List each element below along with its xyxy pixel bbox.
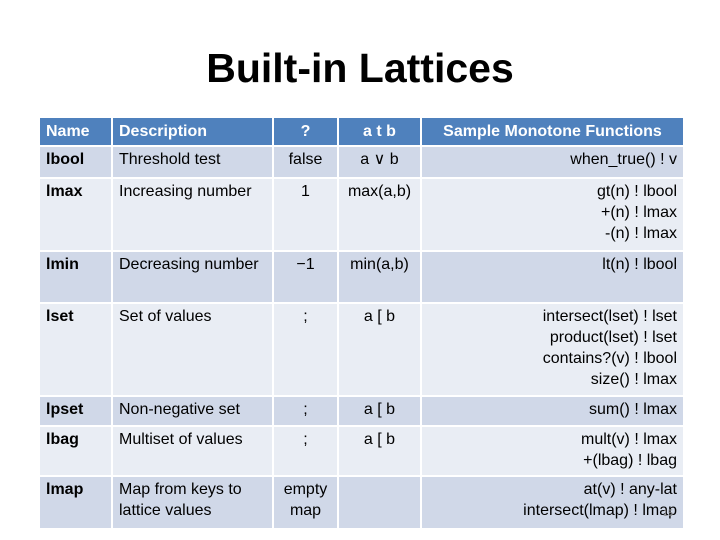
cell-description: Non-negative set — [111, 395, 274, 427]
cell-name: lset — [38, 302, 113, 397]
cell-description: Decreasing number — [111, 250, 274, 304]
cell-description: Set of values — [111, 302, 274, 397]
cell-join: min(a,b) — [337, 250, 422, 304]
table-row: lset Set of values ; a [ b intersect(lse… — [38, 302, 685, 397]
cell-name: lmax — [38, 177, 113, 252]
cell-functions: lt(n) ! lbool — [420, 250, 685, 304]
table-row: lpset Non-negative set ; a [ b sum() ! l… — [38, 395, 685, 427]
cell-functions: when_true() ! v — [420, 145, 685, 179]
page-number: 15 — [663, 508, 674, 518]
cell-description: Map from keys to lattice values — [111, 475, 274, 530]
function-line: +(n) ! lmax — [600, 204, 677, 221]
table-row: lmax Increasing number 1 max(a,b) gt(n) … — [38, 177, 685, 252]
cell-description: Multiset of values — [111, 425, 274, 477]
cell-join — [337, 475, 422, 530]
function-line: when_true() ! v — [570, 151, 677, 168]
header-bottom: ? — [272, 116, 339, 147]
header-description: Description — [111, 116, 274, 147]
table-row: lbag Multiset of values ; a [ b mult(v) … — [38, 425, 685, 477]
table-row: lmin Decreasing number −1 min(a,b) lt(n)… — [38, 250, 685, 304]
table-row: lbool Threshold test false a ∨ b when_tr… — [38, 145, 685, 179]
lattices-table: Name Description ? a t b Sample Monotone… — [38, 116, 685, 530]
cell-bottom: 1 — [272, 177, 339, 252]
cell-name: lpset — [38, 395, 113, 427]
cell-bottom: empty map — [272, 475, 339, 530]
cell-bottom: ; — [272, 395, 339, 427]
cell-functions: sum() ! lmax — [420, 395, 685, 427]
cell-name: lbag — [38, 425, 113, 477]
cell-name: lmin — [38, 250, 113, 304]
cell-functions: mult(v) ! lmax +(lbag) ! lbag — [420, 425, 685, 477]
cell-join: a [ b — [337, 395, 422, 427]
header-functions: Sample Monotone Functions — [420, 116, 685, 147]
cell-bottom: ; — [272, 425, 339, 477]
cell-name: lmap — [38, 475, 113, 530]
cell-join: a [ b — [337, 425, 422, 477]
cell-description: Increasing number — [111, 177, 274, 252]
function-line: contains?(v) ! lbool — [542, 350, 677, 367]
cell-functions: gt(n) ! lbool +(n) ! lmax -(n) ! lmax — [420, 177, 685, 252]
cell-bottom: −1 — [272, 250, 339, 304]
slide-title: Built-in Lattices — [206, 45, 514, 91]
cell-description: Threshold test — [111, 145, 274, 179]
function-line: intersect(lset) ! lset — [542, 308, 677, 325]
function-line: product(lset) ! lset — [549, 329, 677, 346]
cell-functions: intersect(lset) ! lset product(lset) ! l… — [420, 302, 685, 397]
cell-bottom: false — [272, 145, 339, 179]
function-line: lt(n) ! lbool — [602, 256, 677, 273]
function-line: mult(v) ! lmax — [581, 431, 677, 448]
function-line: at(v) ! any-lat — [583, 481, 677, 498]
header-join: a t b — [337, 116, 422, 147]
table-row: lmap Map from keys to lattice values emp… — [38, 475, 685, 530]
table-header-row: Name Description ? a t b Sample Monotone… — [38, 116, 685, 147]
cell-join: a [ b — [337, 302, 422, 397]
cell-join: a ∨ b — [337, 145, 422, 179]
cell-functions: at(v) ! any-lat intersect(lmap) ! lmap — [420, 475, 685, 530]
function-line: intersect(lmap) ! lmap — [523, 502, 677, 519]
cell-name: lbool — [38, 145, 113, 179]
function-line: -(n) ! lmax — [605, 225, 677, 242]
function-line: size() ! lmax — [590, 371, 677, 388]
function-line: sum() ! lmax — [589, 401, 677, 418]
cell-join: max(a,b) — [337, 177, 422, 252]
header-name: Name — [38, 116, 113, 147]
function-line: +(lbag) ! lbag — [583, 452, 677, 469]
function-line: gt(n) ! lbool — [596, 183, 677, 200]
cell-bottom: ; — [272, 302, 339, 397]
